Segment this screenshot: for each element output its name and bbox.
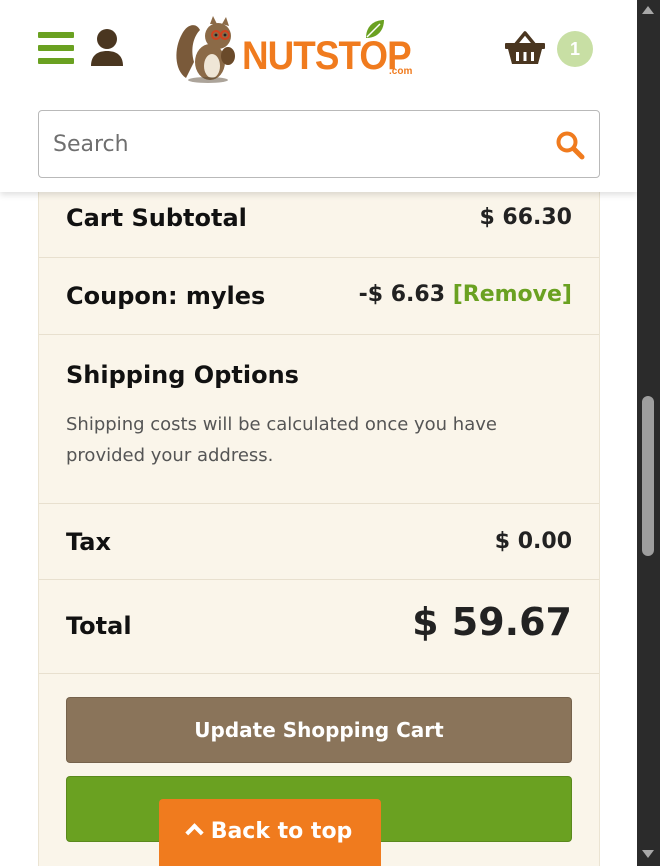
total-label: Total — [66, 612, 132, 640]
tax-value: $ 0.00 — [494, 529, 572, 554]
site-header: NUTSTOP .com 1 — [0, 0, 637, 192]
coupon-discount-value: -$ 6.63 — [358, 282, 446, 307]
logo-domain-suffix: .com — [389, 66, 413, 77]
subtotal-label: Cart Subtotal — [66, 204, 247, 232]
cart-count-badge[interactable]: 1 — [557, 31, 593, 67]
cart-totals-panel: Cart Subtotal $ 66.30 Coupon: myles -$ 6… — [38, 180, 600, 866]
tax-row: Tax $ 0.00 — [39, 504, 599, 580]
leaf-icon — [366, 20, 384, 38]
scrollbar-thumb[interactable] — [642, 396, 654, 556]
squirrel-logo-icon — [176, 16, 235, 83]
total-row: Total $ 59.67 — [39, 580, 599, 674]
scroll-down-arrow-icon[interactable] — [642, 850, 654, 858]
remove-coupon-link[interactable]: [Remove] — [453, 282, 572, 307]
shipping-options-row: Shipping Options Shipping costs will be … — [39, 335, 599, 504]
shipping-note: Shipping costs will be calculated once y… — [66, 414, 497, 466]
coupon-row: Coupon: myles -$ 6.63 [Remove] — [39, 258, 599, 335]
menu-icon[interactable] — [38, 32, 74, 64]
coupon-label: Coupon: myles — [66, 282, 266, 310]
coupon-value-group: -$ 6.63 [Remove] — [359, 282, 572, 307]
shipping-options-label: Shipping Options — [66, 361, 299, 389]
chevron-up-icon — [184, 823, 204, 842]
back-to-top-button[interactable]: Back to top — [159, 799, 381, 866]
search-icon[interactable] — [555, 130, 585, 160]
nutstop-logo[interactable]: NUTSTOP .com — [172, 14, 417, 84]
subtotal-value: $ 66.30 — [479, 205, 572, 230]
search-input[interactable] — [53, 111, 533, 177]
cart-basket-icon[interactable] — [504, 30, 546, 66]
search-box — [38, 110, 600, 178]
scroll-up-arrow-icon[interactable] — [642, 6, 654, 14]
back-to-top-label: Back to top — [210, 819, 353, 844]
account-icon[interactable] — [90, 28, 124, 68]
update-cart-button[interactable]: Update Shopping Cart — [66, 697, 572, 763]
total-value: $ 59.67 — [412, 600, 572, 644]
tax-label: Tax — [66, 528, 111, 556]
page-viewport: NUTSTOP .com 1 Search Cart Subtotal $ 66… — [0, 0, 637, 866]
vertical-scrollbar[interactable] — [637, 0, 660, 866]
